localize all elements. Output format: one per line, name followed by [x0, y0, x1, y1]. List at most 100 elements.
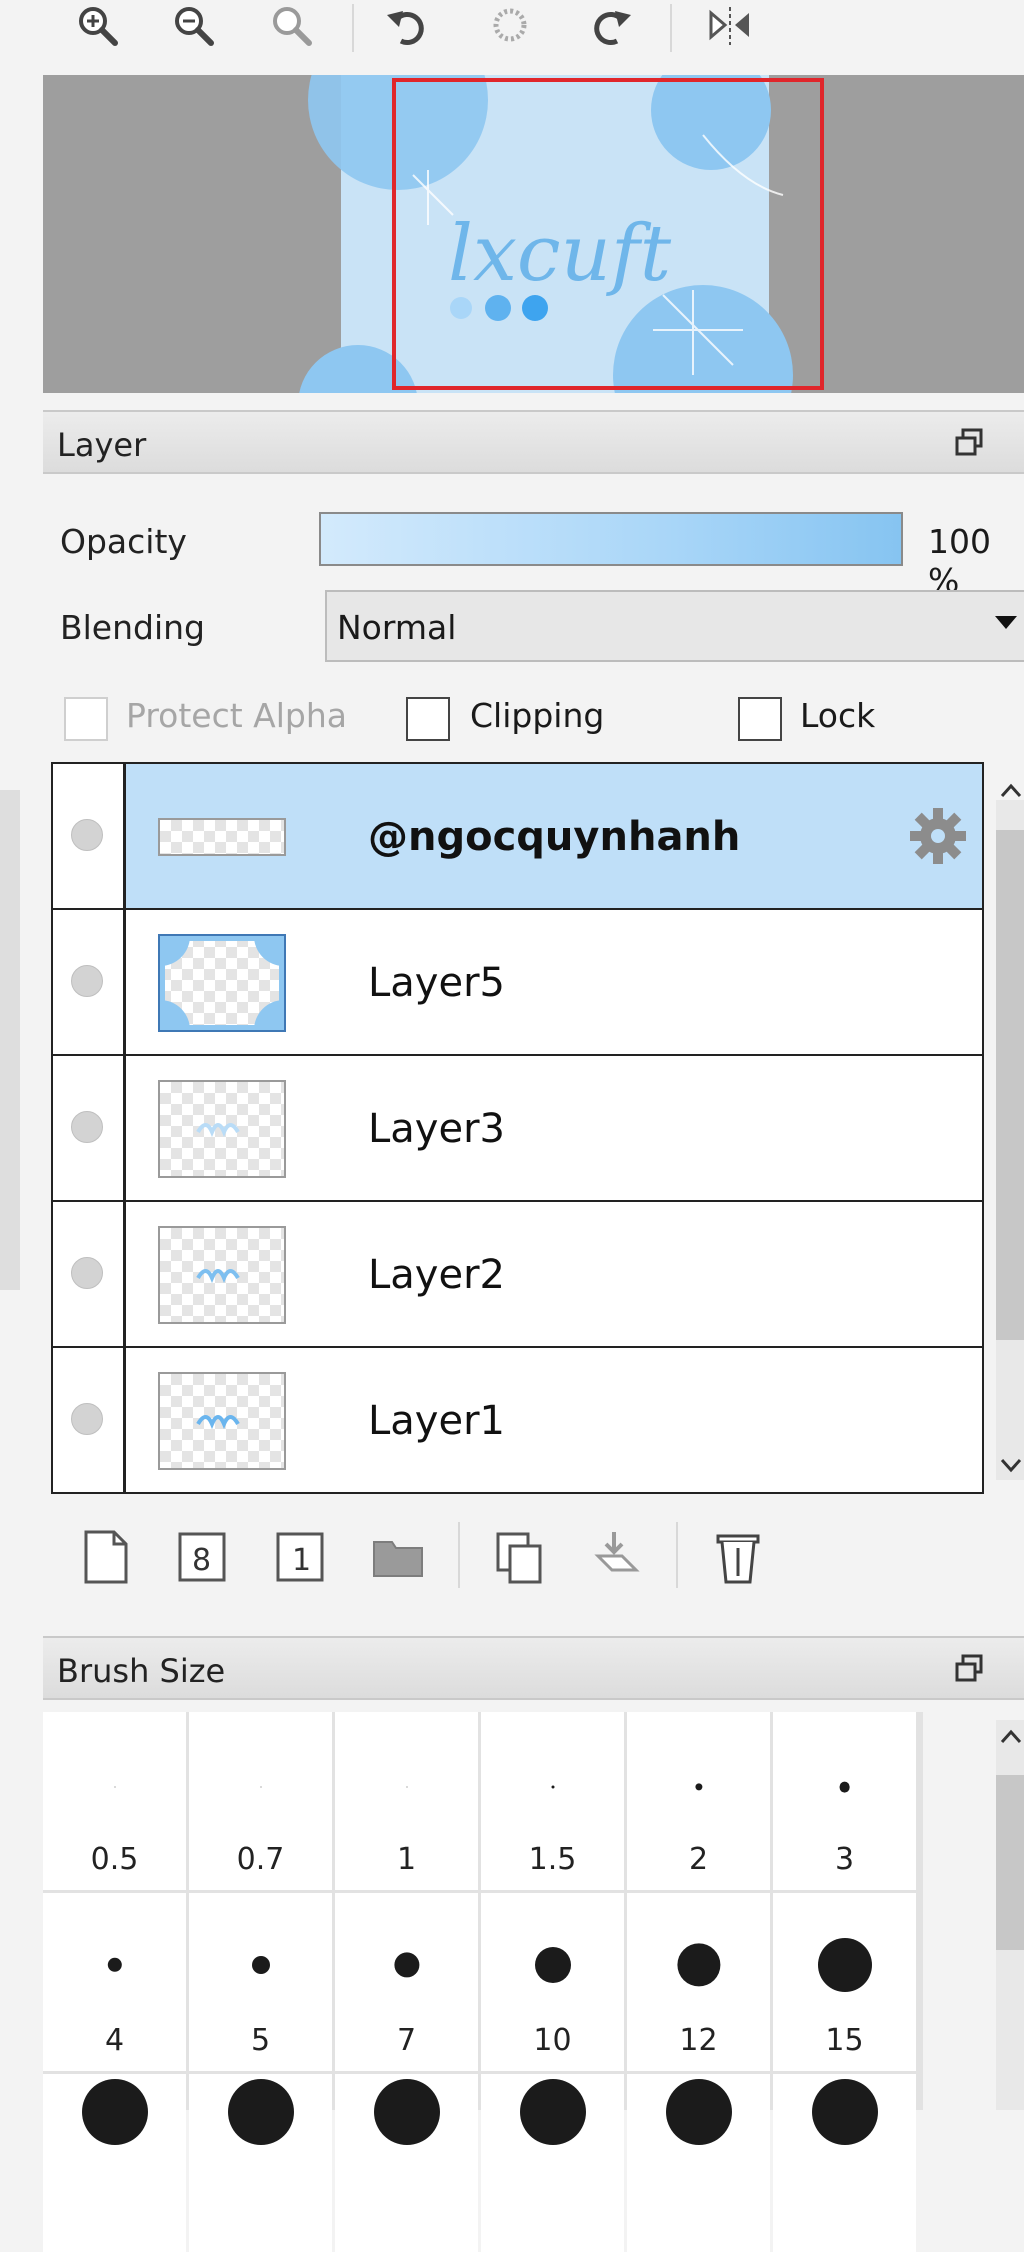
navigator-preview[interactable]: lxcuft	[43, 75, 1024, 393]
scroll-up-icon[interactable]	[1000, 1728, 1022, 1744]
brush-scrollbar-thumb[interactable]	[996, 1775, 1024, 1950]
lock-checkbox[interactable]	[738, 697, 782, 741]
brush-preview-dot	[81, 2079, 148, 2145]
brush-size-label: 7	[396, 2023, 417, 2058]
brush-size-option[interactable]	[189, 2074, 332, 2252]
visibility-toggle[interactable]	[71, 1257, 103, 1289]
protect-alpha-checkbox[interactable]	[64, 697, 108, 741]
zoom-in-button[interactable]	[68, 2, 128, 54]
zoom-reset-button[interactable]	[262, 2, 322, 54]
brush-size-option[interactable]	[335, 2074, 478, 2252]
brush-size-label: 5	[250, 2023, 271, 2058]
brush-size-label: 4	[104, 2023, 125, 2058]
rotate-left-button[interactable]	[378, 2, 438, 54]
brush-size-option[interactable]: 3	[773, 1712, 916, 1890]
brush-size-label: 0.5	[90, 1842, 139, 1877]
layer-list: @ngocquynhanh Layer5 Layer3 Layer2 Layer…	[51, 762, 984, 1494]
brush-preview-dot	[839, 1781, 850, 1793]
layer-thumbnail	[158, 1226, 286, 1324]
rotate-right-button[interactable]	[580, 2, 640, 54]
brush-size-label: 12	[679, 2023, 718, 2058]
layer-row[interactable]: Layer5	[53, 910, 982, 1056]
folder-icon	[373, 1541, 423, 1577]
new-8bit-layer-icon: 8	[178, 1532, 226, 1582]
brush-size-option[interactable]: 12	[627, 1893, 770, 2071]
layer-panel-header: Layer	[43, 410, 1024, 474]
layer-scrollbar-thumb[interactable]	[996, 830, 1024, 1340]
trash-icon	[716, 1534, 760, 1584]
brush-size-option[interactable]: 4	[43, 1893, 186, 2071]
brush-preview-dot	[676, 1943, 721, 1987]
clipping-label: Clipping	[470, 696, 605, 735]
zoom-out-button[interactable]	[164, 2, 224, 54]
new-1bit-layer-button[interactable]: 1	[272, 1526, 328, 1588]
layer-thumbnail	[158, 1080, 286, 1178]
brush-preview-dot	[694, 1783, 703, 1791]
layer-row[interactable]: Layer1	[53, 1348, 982, 1494]
brush-size-option[interactable]	[481, 2074, 624, 2252]
layer-panel-title: Layer	[57, 426, 147, 464]
brush-size-option[interactable]: 1	[335, 1712, 478, 1890]
opacity-label: Opacity	[60, 522, 187, 561]
layer-row[interactable]: Layer3	[53, 1056, 982, 1202]
opacity-slider[interactable]	[319, 512, 903, 566]
rotate-left-icon	[387, 11, 424, 45]
brush-size-label: 1	[396, 1842, 417, 1877]
new-layer-button[interactable]	[78, 1526, 134, 1588]
scroll-down-icon[interactable]	[1000, 1458, 1022, 1474]
rotate-right-icon	[594, 11, 631, 45]
brush-size-option[interactable]: 10	[481, 1893, 624, 2071]
visibility-toggle[interactable]	[71, 819, 103, 851]
brush-size-option[interactable]: 15	[773, 1893, 916, 2071]
button-separator	[676, 1522, 678, 1588]
opacity-value: 100 %	[928, 522, 991, 600]
brush-size-option[interactable]: 0.5	[43, 1712, 186, 1890]
flip-horizontal-icon	[709, 7, 749, 45]
lock-label: Lock	[800, 696, 876, 735]
blending-select[interactable]: Normal	[325, 590, 1024, 662]
brush-size-panel-header: Brush Size	[43, 1636, 1024, 1700]
brush-size-option[interactable]	[43, 2074, 186, 2252]
visibility-toggle[interactable]	[71, 965, 103, 997]
svg-text:1: 1	[292, 1543, 311, 1578]
brush-size-label: 15	[825, 2023, 864, 2058]
brush-size-option[interactable]	[627, 2074, 770, 2252]
new-8bit-layer-button[interactable]: 8	[174, 1526, 230, 1588]
brush-size-option[interactable]: 2	[627, 1712, 770, 1890]
brush-preview-dot	[534, 1947, 571, 1983]
brush-size-option[interactable]: 5	[189, 1893, 332, 2071]
delete-layer-button[interactable]	[710, 1526, 766, 1588]
layer-thumbnail	[158, 934, 286, 1032]
flip-horizontal-button[interactable]	[700, 2, 760, 54]
zoom-out-icon	[175, 7, 214, 46]
float-panel-icon[interactable]	[953, 1652, 987, 1686]
blending-value: Normal	[337, 608, 457, 647]
visibility-toggle[interactable]	[71, 1111, 103, 1143]
layer-row[interactable]: @ngocquynhanh	[53, 764, 982, 910]
duplicate-layer-button[interactable]	[492, 1526, 548, 1588]
brush-size-option[interactable]: 0.7	[189, 1712, 332, 1890]
merge-down-button[interactable]	[588, 1526, 644, 1588]
float-panel-icon[interactable]	[953, 426, 987, 460]
layer-name: Layer5	[368, 960, 505, 1006]
brush-size-label: 1.5	[528, 1842, 577, 1877]
new-1bit-layer-icon: 1	[276, 1532, 324, 1582]
brush-size-label: 10	[533, 2023, 572, 2058]
rotate-reset-button[interactable]	[480, 2, 540, 54]
brush-preview-dot	[551, 1785, 554, 1789]
brush-size-label: 0.7	[236, 1842, 285, 1877]
layer-name: @ngocquynhanh	[368, 814, 741, 860]
clipping-checkbox[interactable]	[406, 697, 450, 741]
gear-icon[interactable]	[904, 802, 972, 870]
brush-size-option[interactable]: 7	[335, 1893, 478, 2071]
brush-size-option[interactable]	[773, 2074, 916, 2252]
visibility-toggle[interactable]	[71, 1403, 103, 1435]
zoom-reset-icon	[273, 7, 312, 46]
new-folder-button[interactable]	[370, 1526, 426, 1588]
brush-size-option[interactable]: 1.5	[481, 1712, 624, 1890]
scroll-up-icon[interactable]	[1000, 782, 1022, 798]
layer-row[interactable]: Layer2	[53, 1202, 982, 1348]
zoom-in-icon	[79, 7, 118, 46]
canvas-preview: lxcuft	[299, 75, 824, 393]
brush-preview-dot	[817, 1938, 872, 1992]
